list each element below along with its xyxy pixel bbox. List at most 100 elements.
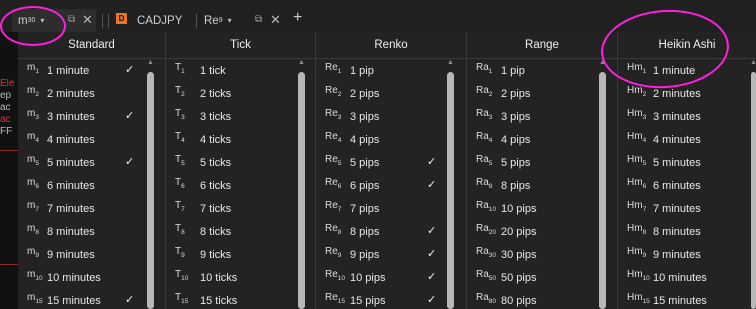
chart-line [0,150,18,151]
option-sub: 6 [337,183,342,190]
option-label: 4 minutes [47,134,95,146]
timeframe-option[interactable]: Ra3 3 pips [467,105,617,128]
timeframe-option[interactable]: Re8 8 pips ✓ [316,220,466,243]
option-sub: 20 [488,229,497,236]
tab-instrument-label: CADJPY [137,14,183,27]
timeframe-option[interactable]: Re4 4 pips [316,128,466,151]
tab-instrument[interactable]: CADJPY [137,9,182,32]
timeframe-option[interactable]: m6 6 minutes [18,174,165,197]
timeframe-option[interactable]: Hm4 4 minutes [618,128,756,151]
timeframe-option[interactable]: Re10 10 pips ✓ [316,266,466,289]
timeframe-option[interactable]: m8 8 minutes [18,220,165,243]
option-sub: 6 [35,183,39,190]
popout-icon[interactable]: ⧉ [255,14,262,25]
timeframe-option[interactable]: m2 2 minutes [18,82,165,105]
timeframe-option[interactable]: Ra10 10 pips [467,197,617,220]
scrollbar-thumb[interactable] [599,72,606,309]
timeframe-option[interactable]: m3 3 minutes ✓ [18,105,165,128]
timeframe-option[interactable]: Ra50 50 pips [467,266,617,289]
timeframe-option[interactable]: Hm7 7 minutes [618,197,756,220]
timeframe-option[interactable]: Ra80 80 pips [467,289,617,309]
timeframe-option[interactable]: T4 4 ticks [166,128,315,151]
popout-icon[interactable]: ⧉ [68,14,75,25]
timeframe-option[interactable]: Hm9 9 minutes [618,243,756,266]
timeframe-option[interactable]: Hm5 5 minutes [618,151,756,174]
timeframe-option[interactable]: Re7 7 pips [316,197,466,220]
chart-text-fragment: ac [0,102,11,113]
timeframe-option[interactable]: T2 2 ticks [166,82,315,105]
timeframe-option[interactable]: m4 4 minutes [18,128,165,151]
timeframe-option[interactable]: m15 15 minutes ✓ [18,289,165,309]
timeframe-option[interactable]: m9 9 minutes [18,243,165,266]
scroll-up-icon[interactable]: ▲ [750,59,756,66]
timeframe-option[interactable]: Hm15 15 minutes [618,289,756,309]
option-label: 6 pips [350,180,380,192]
scrollbar-thumb[interactable] [298,72,305,309]
checkmark-icon: ✓ [427,294,437,306]
timeframe-option[interactable]: Ra20 20 pips [467,220,617,243]
close-icon[interactable]: ✕ [270,12,281,28]
scroll-up-icon[interactable]: ▲ [147,59,154,66]
scroll-up-icon[interactable]: ▲ [298,59,305,66]
option-label: 9 minutes [653,249,701,261]
timeframe-option[interactable]: m1 1 minute ✓ [18,59,165,82]
scrollbar-thumb[interactable] [751,72,756,309]
option-label: 5 ticks [200,157,232,169]
timeframe-option[interactable]: Ra1 1 pip [467,59,617,82]
tab-timeframe-re9[interactable]: Re 9 ▾ [204,9,232,32]
timeframe-option[interactable]: Re9 9 pips ✓ [316,243,466,266]
option-symbol: Ra [476,62,489,73]
timeframe-option[interactable]: T6 6 ticks [166,174,315,197]
timeframe-option[interactable]: Hm3 3 minutes [618,105,756,128]
timeframe-option[interactable]: Hm10 10 minutes [618,266,756,289]
timeframe-option[interactable]: m5 5 minutes ✓ [18,151,165,174]
option-symbol: Ra [476,131,489,142]
timeframe-option[interactable]: Re2 2 pips [316,82,466,105]
timeframe-option[interactable]: Re15 15 pips ✓ [316,289,466,309]
add-tab-icon[interactable]: + [293,9,302,27]
timeframe-option[interactable]: T15 15 ticks [166,289,315,309]
timeframe-option[interactable]: Ra8 8 pips [467,174,617,197]
option-label: 7 pips [350,203,380,215]
option-sub: 8 [337,229,342,236]
timeframe-option[interactable]: Re6 6 pips ✓ [316,174,466,197]
option-label: 15 pips [350,295,386,307]
timeframe-option[interactable]: T1 1 tick [166,59,315,82]
option-sub: 4 [642,137,647,144]
chevron-down-icon[interactable]: ▾ [228,16,232,25]
scrollbar-thumb[interactable] [147,72,154,309]
option-sub: 1 [181,68,185,75]
scrollbar-thumb[interactable] [447,72,454,309]
option-label: 10 pips [350,272,386,284]
timeframe-option[interactable]: m7 7 minutes [18,197,165,220]
timeframe-option[interactable]: Re3 3 pips [316,105,466,128]
timeframe-option[interactable]: Ra2 2 pips [467,82,617,105]
timeframe-option[interactable]: T7 7 ticks [166,197,315,220]
timeframe-option[interactable]: m10 10 minutes [18,266,165,289]
timeframe-option[interactable]: T8 8 ticks [166,220,315,243]
option-label: 7 minutes [47,203,95,215]
scroll-up-icon[interactable]: ▲ [447,59,454,66]
timeframe-option[interactable]: Ra5 5 pips [467,151,617,174]
timeframe-option[interactable]: T5 5 ticks [166,151,315,174]
timeframe-option[interactable]: Ra4 4 pips [467,128,617,151]
timeframe-option[interactable]: T10 10 ticks [166,266,315,289]
option-label: 8 minutes [653,226,701,238]
option-sub: 10 [181,275,189,282]
option-label: 2 minutes [47,88,95,100]
option-sub: 4 [35,137,39,144]
timeframe-option[interactable]: T3 3 ticks [166,105,315,128]
timeframe-option[interactable]: T9 9 ticks [166,243,315,266]
option-label: 9 minutes [47,249,95,261]
timeframe-option[interactable]: Re5 5 pips ✓ [316,151,466,174]
timeframe-option[interactable]: Ra30 30 pips [467,243,617,266]
option-sub: 10 [642,275,650,282]
option-label: 7 minutes [653,203,701,215]
timeframe-option[interactable]: Hm6 6 minutes [618,174,756,197]
timeframe-option[interactable]: Re1 1 pip [316,59,466,82]
option-symbol: Re [325,269,338,280]
option-sub: 50 [488,275,497,282]
option-label: 2 minutes [653,88,701,100]
close-icon[interactable]: ✕ [82,12,93,28]
timeframe-option[interactable]: Hm8 8 minutes [618,220,756,243]
